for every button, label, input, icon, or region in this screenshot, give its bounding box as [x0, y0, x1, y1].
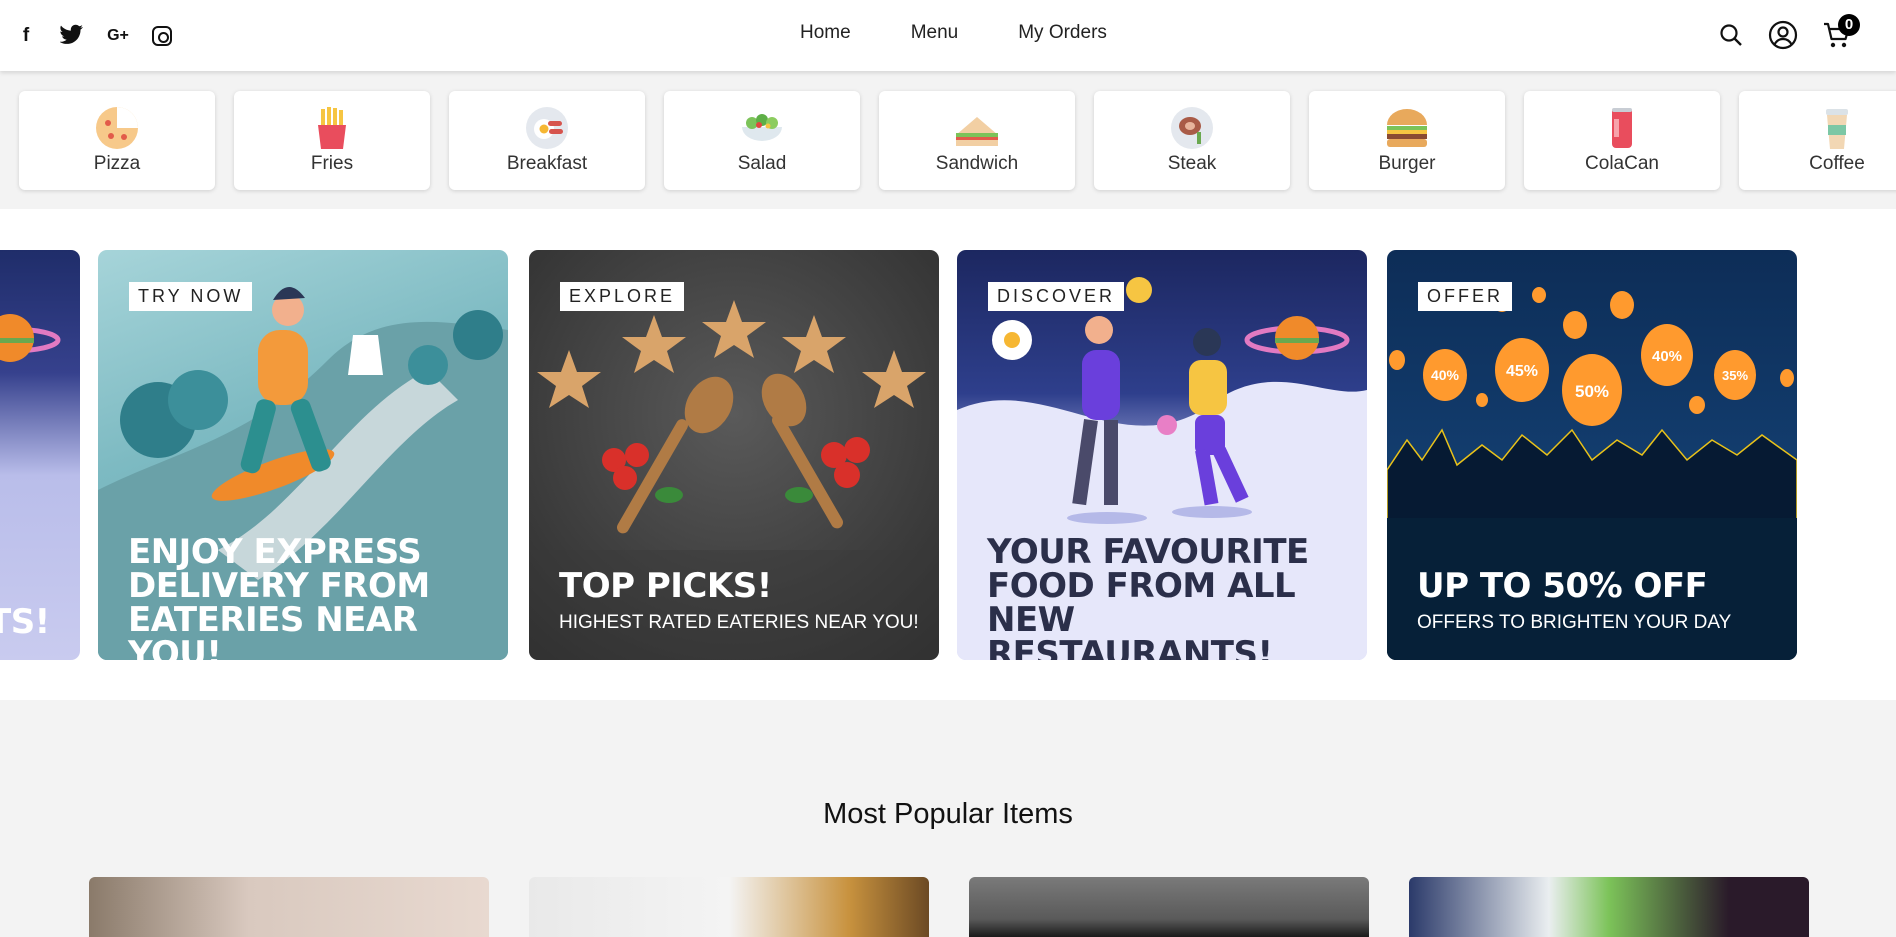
cola-can-icon [1599, 105, 1645, 151]
category-label: Steak [1167, 153, 1217, 174]
offer-percent-2: 45% [1506, 363, 1538, 380]
category-label: Salad [737, 153, 787, 174]
google-plus-icon[interactable]: G+ [106, 24, 130, 48]
promo-headline-line1: YOUR FAVOURITE [987, 532, 1309, 572]
promo-tag: TRY NOW [129, 282, 253, 311]
offer-percent-3: 50% [1575, 382, 1609, 401]
breakfast-icon [524, 105, 570, 151]
cart-count-badge: 0 [1838, 14, 1860, 36]
promo-headline-line2: DELIVERY FROM [128, 566, 430, 606]
promo-tag: DISCOVER [988, 282, 1125, 311]
pizza-icon [94, 105, 140, 151]
promo-headline-line1: ENJOY EXPRESS [128, 532, 422, 572]
coffee-icon [1814, 105, 1860, 151]
category-label: ColaCan [1585, 153, 1659, 174]
header-actions: 0 [1718, 14, 1860, 55]
fries-icon [309, 105, 355, 151]
popular-item-card[interactable] [529, 877, 929, 937]
nav-home[interactable]: Home [800, 22, 851, 44]
offer-percent-1: 40% [1431, 367, 1460, 383]
promo-subtitle: HIGHEST RATED EATERIES NEAR YOU! [559, 612, 919, 633]
category-label: Fries [310, 153, 354, 174]
section-title: Most Popular Items [823, 798, 1073, 830]
promo-card-offer[interactable]: 40% 45% 50% 40% 35% OFFER UP TO 50% OFF … [1387, 250, 1797, 660]
offer-percent-4: 40% [1652, 348, 1682, 365]
salad-icon [739, 105, 785, 151]
promo-headline: TOP PICKS! [559, 566, 772, 606]
cart-button[interactable]: 0 [1822, 14, 1860, 55]
category-label: Sandwich [935, 153, 1019, 174]
promo-card-new-restaurants[interactable]: DISCOVER YOUR FAVOURITE FOOD FROM ALL NE… [957, 250, 1367, 660]
burger-planet-icon [0, 314, 61, 362]
promo-carousel: TS! TRY NOW ENJOY EXPRESS DELIVERY FROM … [0, 209, 1896, 700]
popular-item-card[interactable] [1409, 877, 1809, 937]
promo-tag: EXPLORE [560, 282, 685, 311]
category-label: Coffee [1809, 153, 1865, 174]
category-breakfast[interactable]: Breakfast [449, 91, 645, 190]
category-burger[interactable]: Burger [1309, 91, 1505, 190]
facebook-icon[interactable]: f [14, 24, 38, 48]
promo-tag: OFFER [1418, 282, 1512, 311]
category-steak[interactable]: Steak [1094, 91, 1290, 190]
category-strip: Pizza Fries Breakfast Salad Sandwich Ste… [0, 71, 1896, 209]
category-label: Pizza [93, 153, 141, 174]
category-label: Breakfast [506, 153, 588, 174]
search-icon[interactable] [1718, 22, 1744, 53]
category-fries[interactable]: Fries [234, 91, 430, 190]
nav-menu[interactable]: Menu [911, 22, 959, 44]
promo-headline-line3: NEW RESTAURANTS! [987, 600, 1273, 660]
top-navigation-bar: f G+ Home Menu My Orders 0 [0, 0, 1896, 71]
instagram-icon[interactable] [152, 26, 172, 46]
promo-headline: TS! [0, 602, 50, 642]
steak-icon [1169, 105, 1215, 151]
promo-card-express-delivery[interactable]: TRY NOW ENJOY EXPRESS DELIVERY FROM EATE… [98, 250, 508, 660]
sandwich-icon [954, 105, 1000, 151]
category-sandwich[interactable]: Sandwich [879, 91, 1075, 190]
category-label: Burger [1378, 153, 1436, 174]
promo-headline: UP TO 50% OFF [1417, 566, 1708, 606]
promo-headline-line2: FOOD FROM ALL [987, 566, 1296, 606]
social-links: f G+ [14, 24, 172, 48]
promo-card-top-picks[interactable]: EXPLORE TOP PICKS! HIGHEST RATED EATERIE… [529, 250, 939, 660]
promo-headline-line3: EATERIES NEAR YOU! [128, 600, 418, 660]
nav-my-orders[interactable]: My Orders [1018, 22, 1107, 44]
account-icon[interactable] [1768, 20, 1798, 55]
category-salad[interactable]: Salad [664, 91, 860, 190]
category-colacan[interactable]: ColaCan [1524, 91, 1720, 190]
promo-subtitle: OFFERS TO BRIGHTEN YOUR DAY [1417, 612, 1732, 633]
popular-item-card[interactable] [89, 877, 489, 937]
main-nav: Home Menu My Orders [800, 22, 1107, 44]
category-pizza[interactable]: Pizza [19, 91, 215, 190]
twitter-icon[interactable] [59, 24, 84, 48]
promo-card-partial[interactable]: TS! [0, 250, 80, 660]
popular-item-card[interactable] [969, 877, 1369, 937]
category-coffee[interactable]: Coffee [1739, 91, 1896, 190]
burger-icon [1384, 105, 1430, 151]
offer-percent-5: 35% [1722, 368, 1748, 383]
